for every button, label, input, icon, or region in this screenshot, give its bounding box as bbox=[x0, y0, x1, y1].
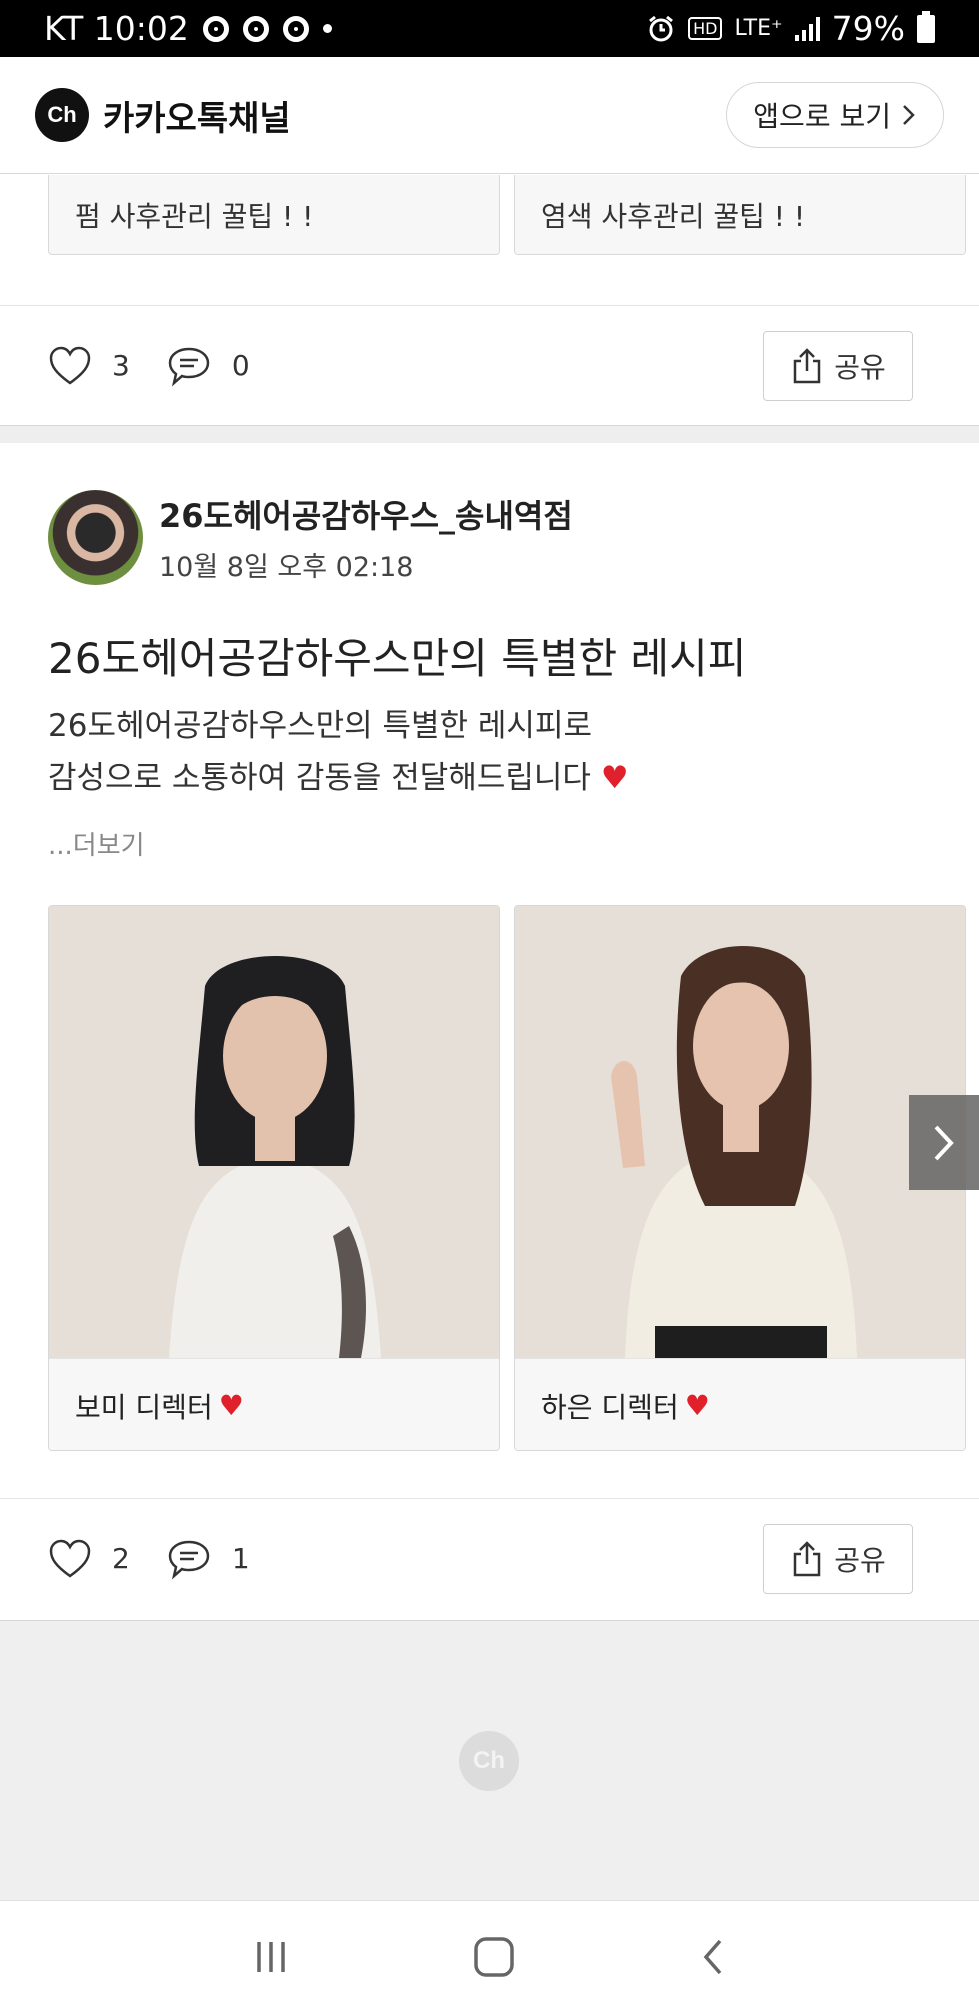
photo-caption: 보미 디렉터 ♥ bbox=[49, 1358, 499, 1450]
red-heart-icon: ♥ bbox=[600, 760, 629, 796]
status-bar: KT 10:02 HD LTE⁺ 79% bbox=[0, 0, 979, 57]
footer-area: Ch bbox=[0, 1620, 979, 1900]
battery-icon bbox=[917, 10, 935, 43]
post-body-text: 감성으로 소통하여 감동을 전달해드립니다 bbox=[48, 760, 591, 796]
open-in-app-label: 앱으로 보기 bbox=[753, 100, 891, 133]
share-label: 공유 bbox=[834, 1543, 886, 1577]
more-link[interactable]: ...더보기 bbox=[48, 825, 145, 862]
avatar[interactable] bbox=[48, 490, 143, 585]
red-heart-icon: ♥ bbox=[684, 1389, 710, 1422]
share-button[interactable]: 공유 bbox=[763, 1523, 913, 1594]
recent-apps-icon[interactable] bbox=[251, 1939, 291, 1975]
comment-button[interactable]: 0 bbox=[166, 345, 250, 387]
notification-dot-icon bbox=[322, 24, 332, 33]
red-heart-icon: ♥ bbox=[218, 1389, 244, 1422]
director-photo bbox=[515, 906, 965, 1358]
post-author[interactable]: 26도헤어공감하우스_송내역점 bbox=[159, 491, 573, 537]
post-body: 26도헤어공감하우스만의 특별한 레시피로 감성으로 소통하여 감동을 전달해드… bbox=[48, 700, 629, 804]
photo-card[interactable]: 보미 디렉터 ♥ bbox=[48, 905, 500, 1451]
carousel-next-button[interactable] bbox=[909, 1095, 979, 1190]
like-button[interactable]: 2 bbox=[48, 1539, 130, 1579]
open-in-app-button[interactable]: 앱으로 보기 bbox=[726, 82, 944, 148]
network-type: LTE⁺ bbox=[734, 16, 783, 41]
comment-button[interactable]: 1 bbox=[166, 1538, 250, 1580]
post-title: 26도헤어공감하우스만의 특별한 레시피 bbox=[48, 634, 747, 683]
like-count: 2 bbox=[112, 1542, 130, 1575]
person-photo-illustration bbox=[49, 906, 499, 1358]
like-button[interactable]: 3 bbox=[48, 346, 130, 386]
back-icon[interactable] bbox=[698, 1935, 728, 1979]
prev-post-tile[interactable]: 펌 사후관리 꿀팁 ! ! bbox=[48, 175, 500, 255]
share-label: 공유 bbox=[834, 350, 886, 384]
photo-caption: 하은 디렉터 ♥ bbox=[515, 1358, 965, 1450]
app-header: Ch 카카오톡채널 앱으로 보기 bbox=[0, 57, 979, 174]
heart-icon bbox=[49, 346, 91, 385]
caption-text: 보미 디렉터 bbox=[75, 1390, 213, 1424]
comment-icon bbox=[168, 1540, 210, 1579]
photo-card[interactable]: 하은 디렉터 ♥ bbox=[514, 905, 966, 1451]
post-body-line-2: 감성으로 소통하여 감동을 전달해드립니다 ♥ bbox=[48, 752, 629, 804]
status-left: KT 10:02 bbox=[44, 9, 332, 48]
alarm-icon bbox=[649, 15, 674, 41]
share-icon bbox=[793, 347, 821, 383]
kakao-channel-logo: Ch bbox=[35, 88, 89, 142]
signal-icon bbox=[794, 16, 820, 41]
system-nav-bar bbox=[0, 1900, 979, 2013]
share-button[interactable]: 공유 bbox=[763, 330, 913, 401]
hd-icon: HD bbox=[688, 17, 723, 40]
battery-percent: 79% bbox=[831, 9, 905, 48]
footer-channel-logo: Ch bbox=[459, 1731, 519, 1791]
chrome-icon bbox=[242, 15, 269, 42]
share-icon bbox=[793, 1540, 821, 1576]
post-actions: 2 1 공유 bbox=[0, 1498, 979, 1618]
director-photo bbox=[49, 906, 499, 1358]
post-body-line: 26도헤어공감하우스만의 특별한 레시피로 bbox=[48, 708, 592, 744]
app-title: 카카오톡채널 bbox=[103, 98, 291, 139]
prev-post-tile[interactable]: 염색 사후관리 꿀팁 ! ! bbox=[514, 175, 966, 255]
post-meta: 26도헤어공감하우스_송내역점 10월 8일 오후 02:18 bbox=[159, 491, 573, 584]
chrome-icon bbox=[282, 15, 309, 42]
like-count: 3 bbox=[112, 349, 130, 382]
chevron-right-icon bbox=[934, 1125, 954, 1160]
comment-count: 1 bbox=[231, 1542, 250, 1575]
post-header: 26도헤어공감하우스_송내역점 10월 8일 오후 02:18 bbox=[48, 490, 573, 585]
chevron-right-icon bbox=[903, 105, 915, 125]
tile-title: 펌 사후관리 꿀팁 ! ! bbox=[75, 199, 314, 233]
prev-post-actions: 3 0 공유 bbox=[0, 305, 979, 425]
chrome-icon bbox=[202, 15, 229, 42]
heart-icon bbox=[49, 1539, 91, 1578]
post-separator bbox=[0, 425, 979, 443]
home-icon[interactable] bbox=[472, 1935, 516, 1979]
post-date: 10월 8일 오후 02:18 bbox=[159, 552, 414, 583]
comment-icon bbox=[168, 347, 210, 386]
status-right: HD LTE⁺ 79% bbox=[646, 9, 935, 48]
carrier-time: KT 10:02 bbox=[44, 9, 189, 48]
prev-post: 펌 사후관리 꿀팁 ! ! 염색 사후관리 꿀팁 ! ! 3 0 공유 bbox=[0, 175, 979, 425]
tile-title: 염색 사후관리 꿀팁 ! ! bbox=[541, 199, 806, 233]
comment-count: 0 bbox=[231, 349, 250, 382]
caption-text: 하은 디렉터 bbox=[541, 1390, 679, 1424]
person-photo-illustration bbox=[515, 906, 965, 1358]
